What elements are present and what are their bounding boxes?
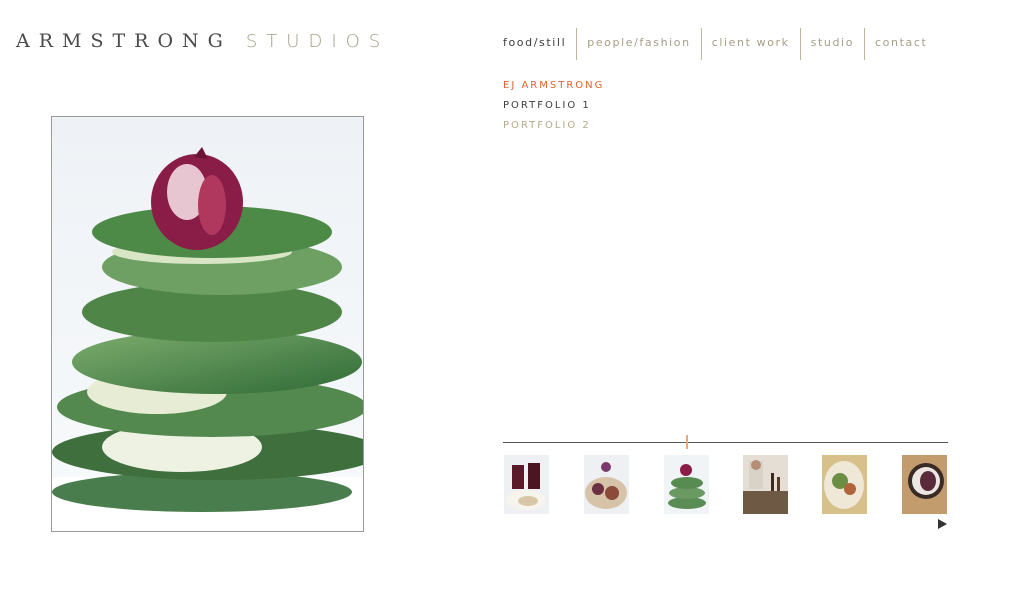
thumbnail-track xyxy=(503,442,948,443)
nav-people-fashion[interactable]: people/fashion xyxy=(576,28,700,60)
brand-name: ARMSTRONG xyxy=(16,30,232,52)
submenu-portfolio-2[interactable]: PORTFOLIO 2 xyxy=(503,119,604,139)
submenu-portfolio-1[interactable]: PORTFOLIO 1 xyxy=(503,99,604,119)
thumbnail-5[interactable] xyxy=(822,455,867,514)
thumbnail-3[interactable] xyxy=(664,455,709,514)
nav-food-still[interactable]: food/still xyxy=(503,28,576,60)
main-photo xyxy=(51,116,364,532)
thumbnail-4[interactable] xyxy=(743,455,788,514)
portfolio-submenu: EJ ARMSTRONG PORTFOLIO 1 PORTFOLIO 2 xyxy=(503,79,604,139)
nav-studio[interactable]: studio xyxy=(799,28,864,60)
play-right-icon[interactable] xyxy=(938,519,947,529)
active-thumbnail-marker xyxy=(686,435,688,449)
brand-suffix: STUDIOS xyxy=(245,31,390,52)
thumbnail-6[interactable] xyxy=(902,455,947,514)
nav-contact[interactable]: contact xyxy=(864,28,937,60)
brand-logo[interactable]: ARMSTRONG STUDIOS xyxy=(16,30,389,52)
nav-client-work[interactable]: client work xyxy=(700,28,800,60)
main-nav: food/still people/fashion client work st… xyxy=(503,28,937,60)
submenu-ej-armstrong[interactable]: EJ ARMSTRONG xyxy=(503,79,604,99)
thumbnail-2[interactable] xyxy=(584,455,629,514)
thumbnail-1[interactable] xyxy=(504,455,549,514)
